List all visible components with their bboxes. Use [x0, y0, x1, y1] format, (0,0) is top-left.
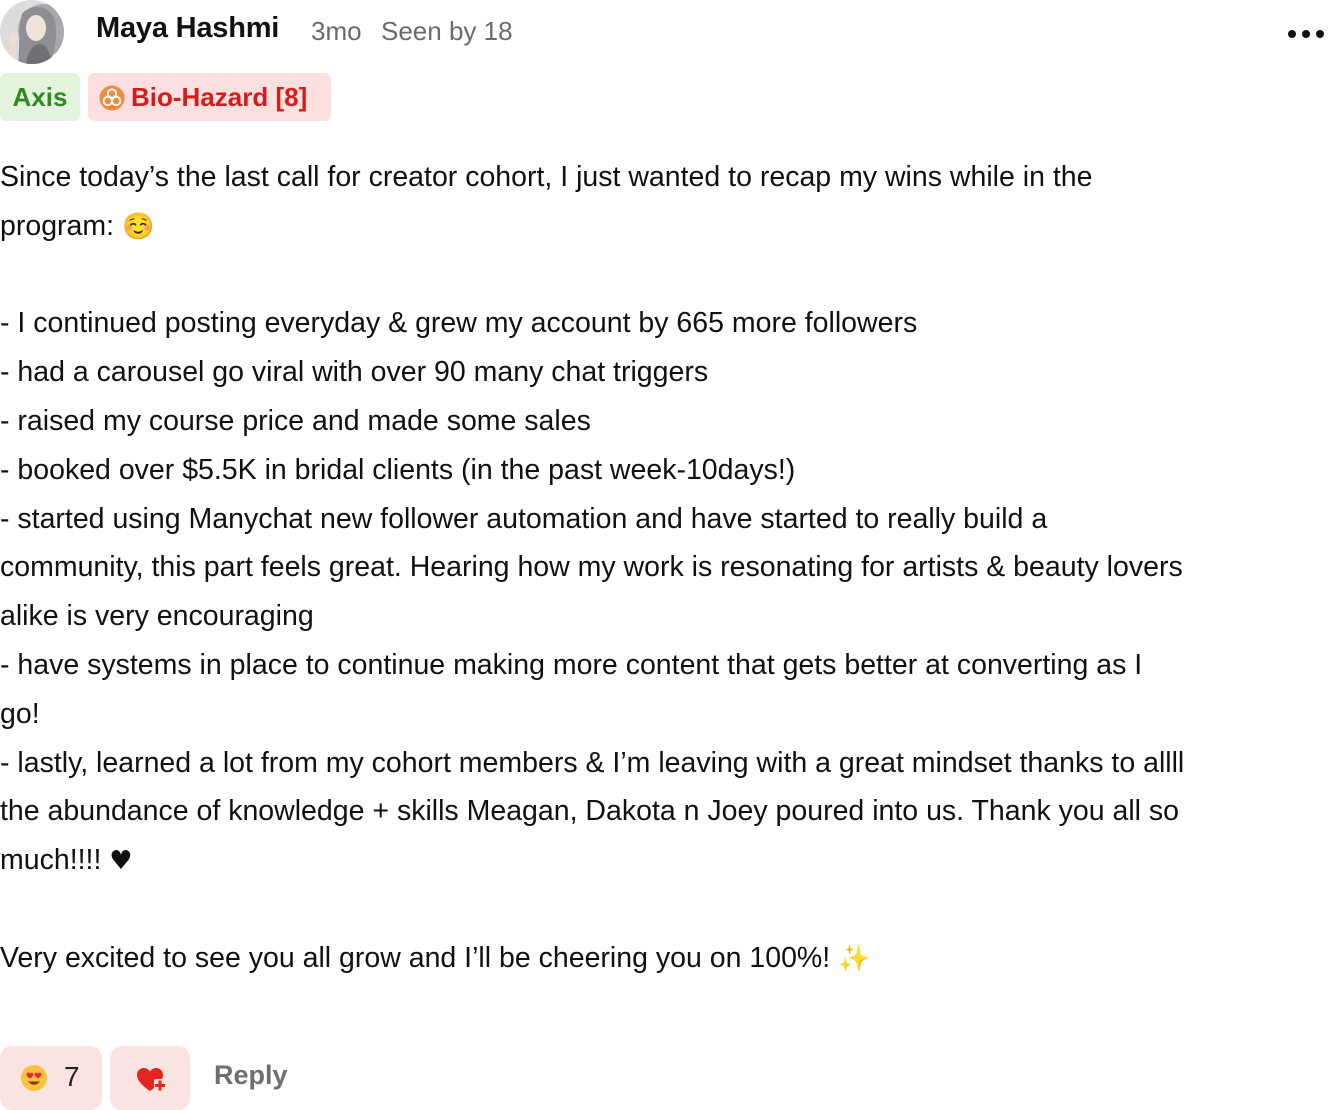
- dot: [1288, 30, 1296, 38]
- black-heart-emoji: ♥: [109, 846, 133, 877]
- reply-button[interactable]: Reply: [214, 1060, 288, 1091]
- post-line: - lastly, learned a lot from my cohort m…: [0, 746, 1185, 779]
- badge-bio-hazard[interactable]: Bio-Hazard [8]: [88, 73, 331, 121]
- reaction-heart-eyes-button[interactable]: 7: [0, 1046, 102, 1110]
- more-options-icon[interactable]: [1288, 30, 1328, 40]
- post-line: - I continued posting everyday & grew my…: [0, 307, 918, 340]
- badge-bio-hazard-label: Bio-Hazard [8]: [131, 82, 308, 112]
- smiling-face-emoji: ☺️: [121, 211, 155, 242]
- seen-by-count[interactable]: Seen by 18: [381, 16, 513, 47]
- post-line: - had a carousel go viral with over 90 m…: [0, 356, 709, 389]
- post-line: alike is very encouraging: [0, 600, 314, 633]
- post-body: Since today’s the last call for creator …: [0, 153, 1340, 983]
- post-line-text: Very excited to see you all grow and I’l…: [0, 941, 831, 974]
- biohazard-icon: [99, 85, 125, 111]
- post-header: Maya Hashmi 3mo Seen by 18: [0, 0, 1340, 66]
- post-line: - have systems in place to continue maki…: [0, 648, 1143, 681]
- post-line: program: ☺️: [0, 202, 1340, 251]
- badge-axis[interactable]: Axis: [0, 73, 80, 121]
- post-line: Since today’s the last call for creator …: [0, 161, 1093, 193]
- sparkles-emoji: ✨: [838, 943, 871, 974]
- post-line: much!!!! ♥: [0, 836, 1340, 885]
- dot: [1302, 30, 1310, 38]
- dot: [1316, 30, 1324, 38]
- reaction-count: 7: [64, 1061, 80, 1092]
- post-line: go!: [0, 697, 40, 730]
- post-time: 3mo: [311, 16, 362, 46]
- post-line-text: much!!!!: [0, 844, 102, 877]
- author-name[interactable]: Maya Hashmi: [96, 12, 279, 45]
- post-line-text: program:: [0, 209, 115, 242]
- heart-plus-icon: [137, 1068, 166, 1092]
- avatar[interactable]: [0, 0, 64, 64]
- post-line: - raised my course price and made some s…: [0, 404, 591, 437]
- add-reaction-button[interactable]: [110, 1046, 190, 1110]
- post-line: community, this part feels great. Hearin…: [0, 551, 1183, 584]
- post-line: Very excited to see you all grow and I’l…: [0, 934, 1340, 983]
- heart-eyes-emoji: [21, 1065, 47, 1091]
- post-line: - booked over $5.5K in bridal clients (i…: [0, 453, 796, 486]
- post-line: the abundance of knowledge + skills Meag…: [0, 795, 1180, 828]
- post-line: - started using Manychat new follower au…: [0, 502, 1048, 535]
